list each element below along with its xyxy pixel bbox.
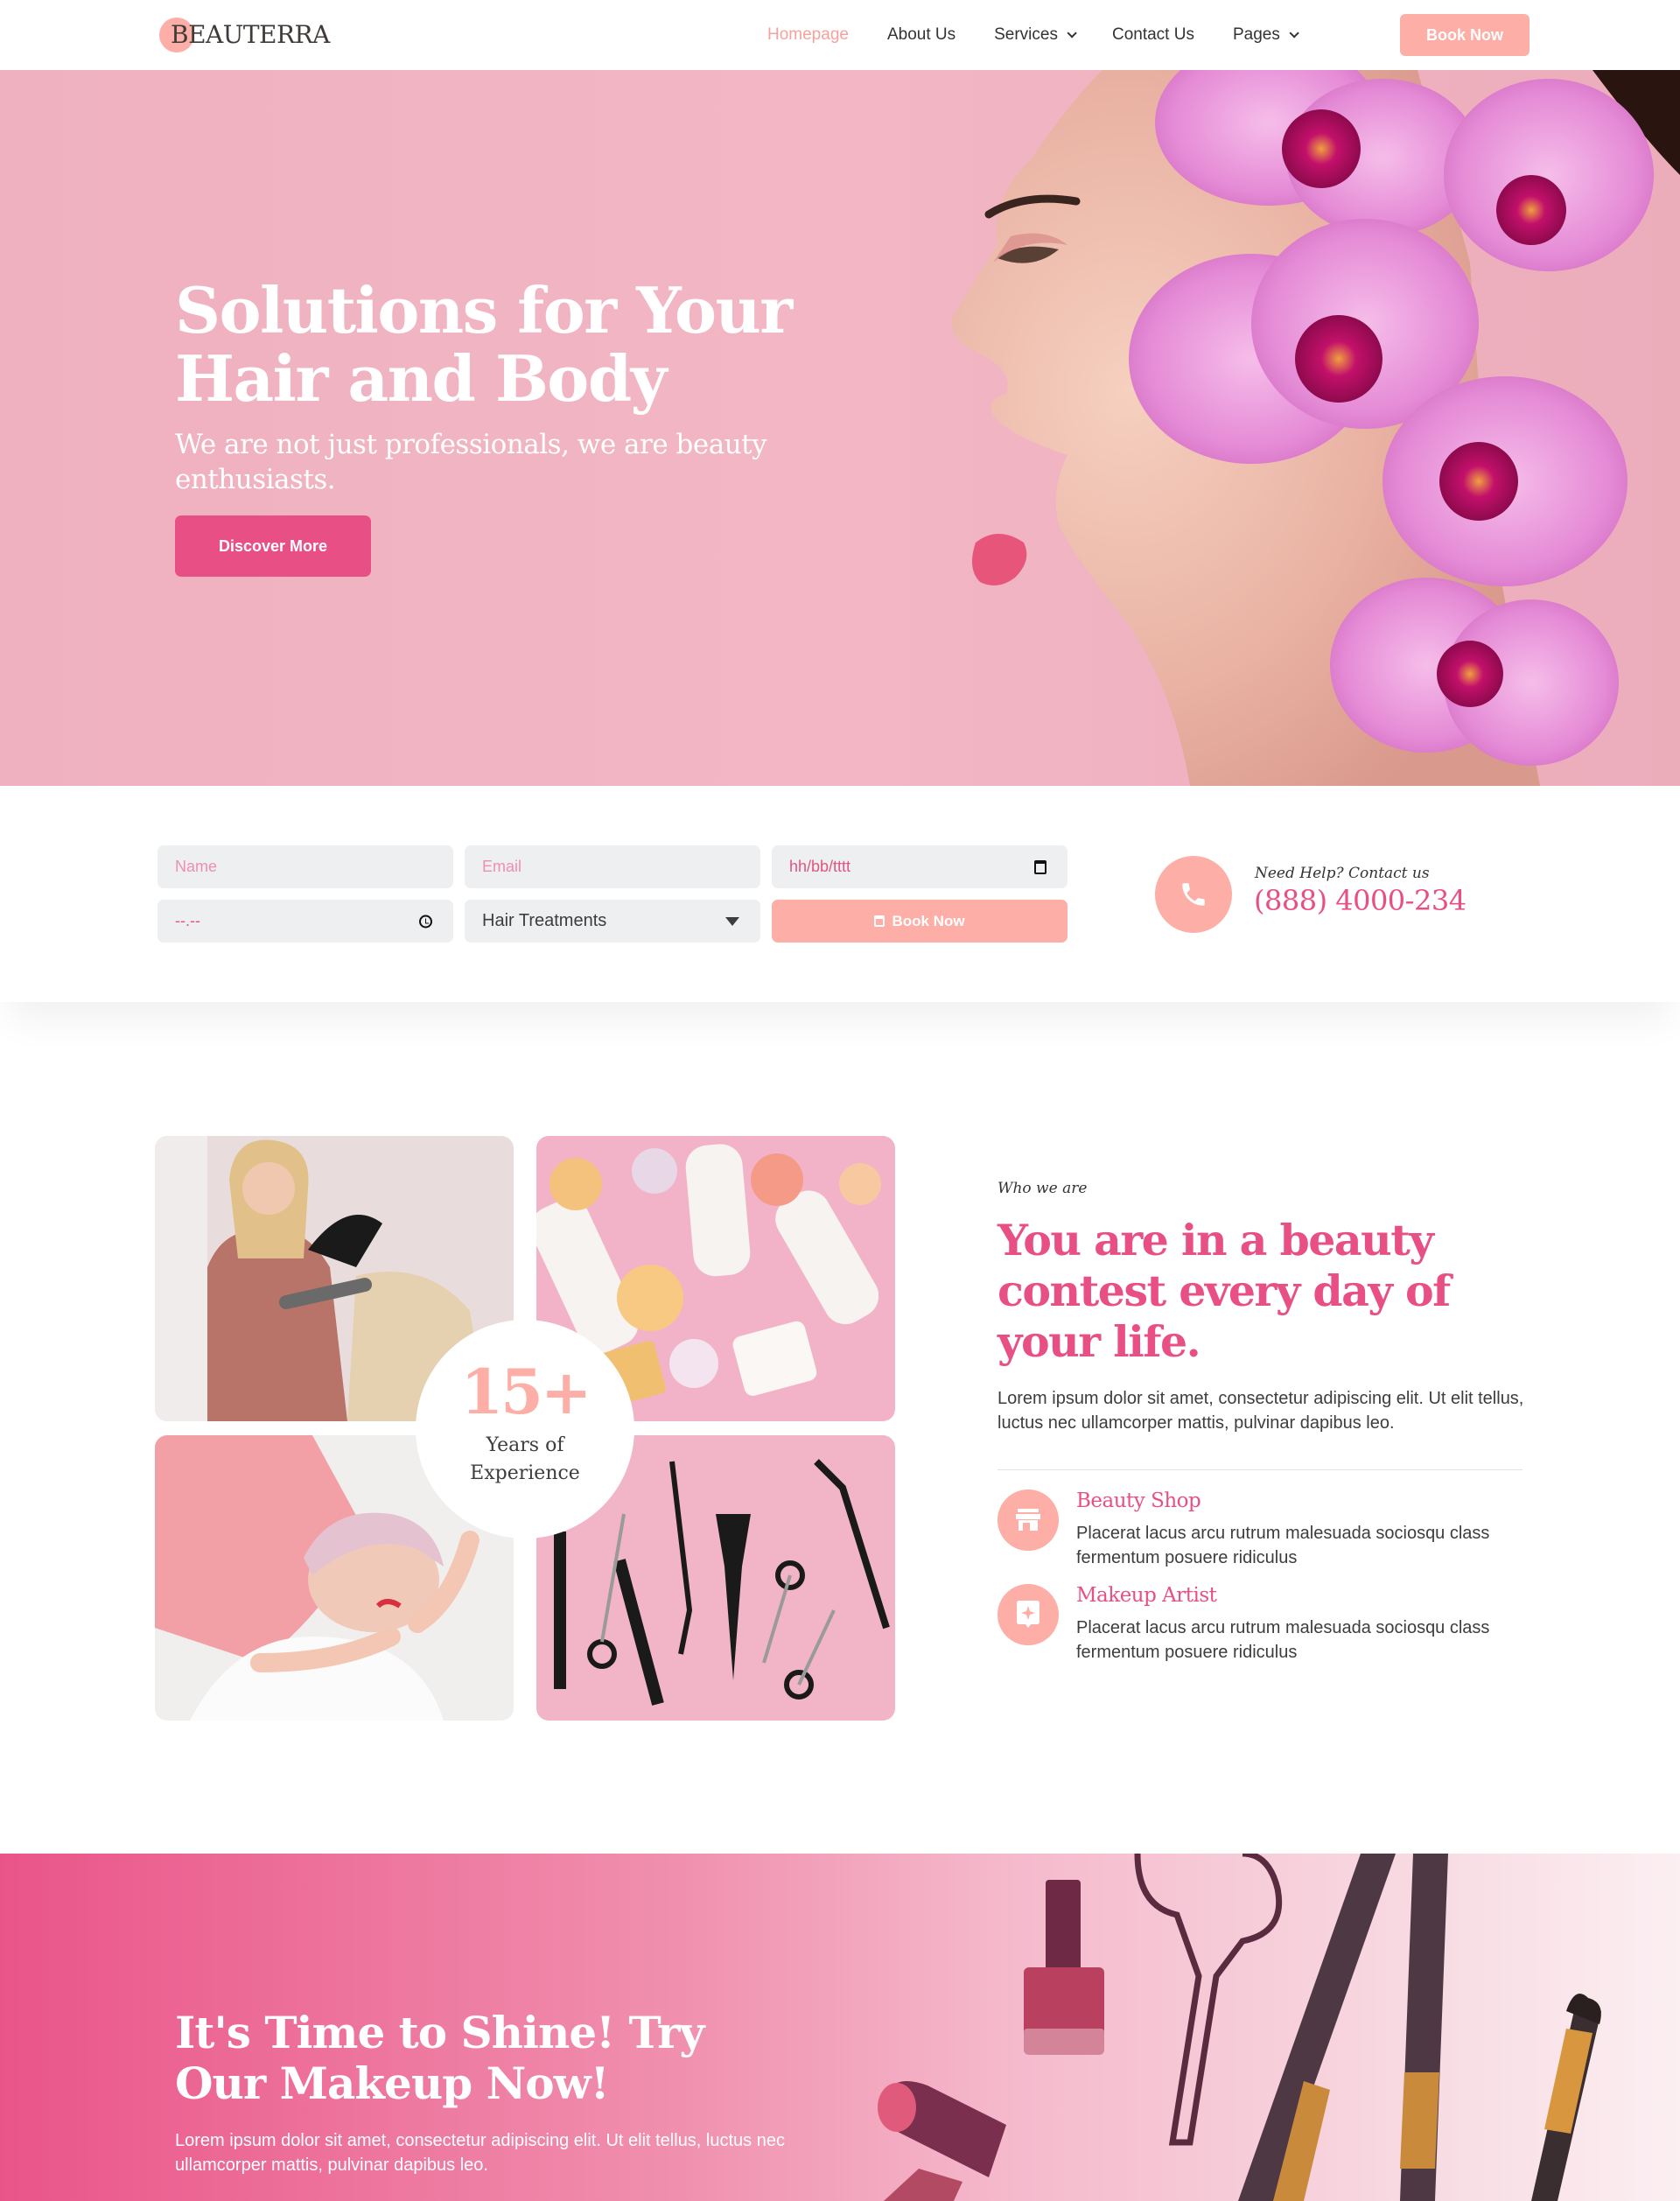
header-book-now-button[interactable]: Book Now: [1400, 14, 1530, 56]
dropdown-arrow-icon: [725, 916, 739, 926]
experience-number: 15+: [460, 1356, 592, 1428]
experience-label: Years of Experience: [470, 1434, 580, 1484]
nav-label: Contact Us: [1111, 25, 1194, 44]
name-placeholder: Name: [175, 858, 218, 875]
contact-phone[interactable]: (888) 4000-234: [1254, 884, 1466, 917]
clock-icon[interactable]: [419, 915, 432, 928]
about-eyebrow: Who we are: [998, 1180, 1088, 1197]
cta-title: It's Time to Shine! Try Our Makeup Now!: [175, 2007, 704, 2109]
woman-with-orchids-image: [951, 70, 1680, 786]
feature-title: Makeup Artist: [1076, 1584, 1217, 1607]
makeup-products-image: [878, 1854, 1601, 2201]
site-header: BEAUTERRA Homepage About Us Services Con…: [0, 0, 1680, 70]
nav-contact-us[interactable]: Contact Us: [1112, 25, 1194, 45]
service-selected-value: Hair Treatments: [482, 911, 607, 930]
time-placeholder: --.--: [175, 912, 200, 929]
cta-section: It's Time to Shine! Try Our Makeup Now! …: [0, 1854, 1680, 2201]
date-input[interactable]: hh/bb/tttt: [772, 845, 1068, 888]
feature-text: Placerat lacus arcu rutrum malesuada soc…: [1076, 1524, 1490, 1567]
feature-text: Placerat lacus arcu rutrum malesuada soc…: [1076, 1618, 1490, 1662]
service-select[interactable]: Hair Treatments: [465, 900, 760, 943]
logo-text: BEAUTERRA: [171, 20, 330, 49]
nav-label: Services: [994, 25, 1058, 44]
feature-title: Beauty Shop: [1076, 1490, 1201, 1512]
email-input[interactable]: Email: [465, 845, 760, 888]
email-placeholder: Email: [482, 858, 522, 875]
sparkle-badge-icon: [998, 1584, 1059, 1645]
contact-label: Need Help? Contact us: [1255, 865, 1430, 882]
about-divider: [998, 1469, 1522, 1470]
experience-badge: 15+ Years of Experience: [416, 1320, 634, 1539]
hero-subtitle: We are not just professionals, we are be…: [175, 429, 767, 495]
nav-pages[interactable]: Pages: [1232, 25, 1299, 45]
main-nav: Homepage About Us Services Contact Us Pa…: [767, 0, 1334, 70]
about-title: You are in a beauty contest every day of…: [998, 1215, 1451, 1367]
time-input[interactable]: --.--: [158, 900, 453, 943]
phone-icon-circle: [1155, 856, 1232, 933]
booking-submit-button[interactable]: Book Now: [772, 900, 1068, 943]
hero-title: Solutions for Your Hair and Body: [175, 273, 793, 416]
about-text: Lorem ipsum dolor sit amet, consectetur …: [998, 1389, 1524, 1433]
booking-section: Name Email hh/bb/tttt --.-- Hair Treatme…: [0, 786, 1680, 1002]
name-input[interactable]: Name: [158, 845, 453, 888]
nav-homepage[interactable]: Homepage: [767, 25, 849, 45]
nav-services[interactable]: Services: [994, 25, 1077, 45]
chevron-down-icon: [1289, 28, 1299, 39]
hero-section: Solutions for Your Hair and Body We are …: [0, 70, 1680, 786]
nav-about-us[interactable]: About Us: [887, 25, 956, 45]
calendar-icon: [874, 915, 886, 927]
nav-label: Pages: [1232, 25, 1280, 44]
date-placeholder: hh/bb/tttt: [789, 858, 851, 875]
booking-submit-label: Book Now: [892, 912, 965, 929]
discover-more-button[interactable]: Discover More: [175, 515, 371, 577]
cta-text: Lorem ipsum dolor sit amet, consectetur …: [175, 2131, 785, 2175]
phone-icon: [1182, 883, 1205, 906]
chevron-down-icon: [1067, 28, 1077, 39]
store-icon: [998, 1490, 1059, 1551]
nav-label: Homepage: [767, 25, 849, 44]
calendar-icon[interactable]: [1034, 859, 1046, 874]
nav-label: About Us: [886, 25, 956, 44]
